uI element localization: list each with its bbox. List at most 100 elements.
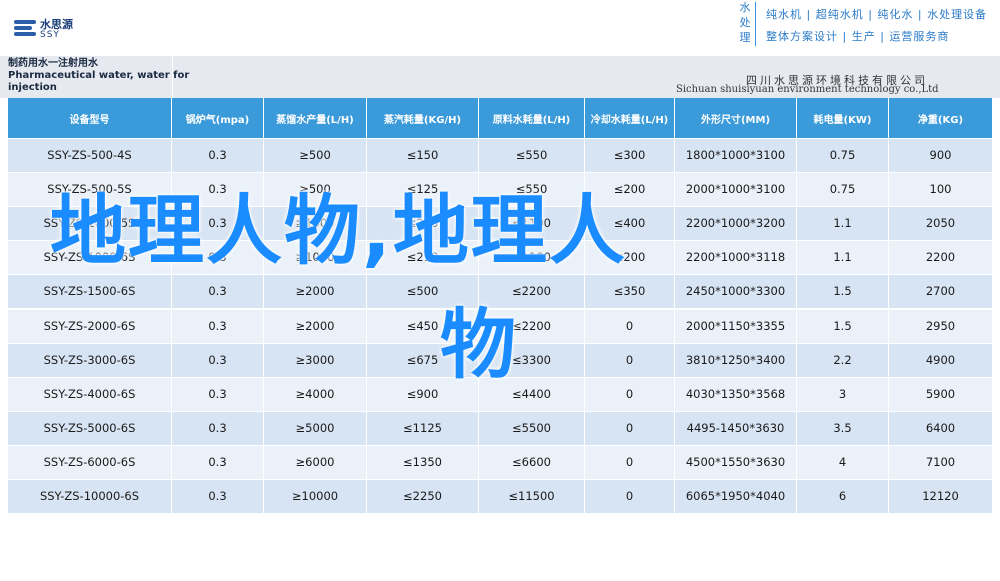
table-cell: ≥2000	[264, 274, 367, 309]
table-cell: 0.3	[172, 308, 264, 343]
table-cell: 2000*1000*3100	[675, 172, 797, 207]
table-cell: ≤350	[585, 274, 675, 309]
table-row: SSY-ZS-6000-6S 0.3 ≥6000 ≤1350 ≤6600 0 4500*15…	[8, 444, 992, 479]
table-cell: 3810*1250*3400	[675, 342, 797, 377]
table-cell: 1.5	[797, 274, 889, 309]
row-divider	[8, 308, 992, 310]
table-cell: 0.3	[172, 444, 264, 479]
table-cell: 1.5	[797, 308, 889, 343]
table-cell: ≤675	[367, 342, 479, 377]
row-divider	[8, 172, 992, 174]
model-cell: SSY-ZS-1000-5S	[8, 206, 172, 241]
table-cell: ≤2250	[367, 479, 479, 514]
table-cell: 4	[797, 444, 889, 479]
product-title-en-2: injection	[8, 82, 57, 93]
table-cell: ≤550	[479, 172, 585, 207]
page-header: 水思源 SSY 水 处 理 纯水机 | 超纯水机 | 纯化水 | 水处理设备 整…	[0, 0, 1000, 56]
table-cell: ≤500	[367, 274, 479, 309]
model-cell: SSY-ZS-1500-6S	[8, 274, 172, 309]
table-cell: ≤3300	[479, 342, 585, 377]
table-row: SSY-ZS-4000-6S 0.3 ≥4000 ≤900 ≤4400 0 4030*135…	[8, 376, 992, 411]
table-row: SSY-ZS-2000-6S 0.3 ≥2000 ≤450 ≤2200 0 2000*115…	[8, 308, 992, 343]
slogan-line-2: 整体方案设计 | 生产 | 运营服务商	[766, 30, 950, 43]
table-cell: ≥500	[264, 172, 367, 207]
table-cell: 2450*1000*3300	[675, 274, 797, 309]
table-cell: 0.3	[172, 172, 264, 207]
table-cell: 0.3	[172, 240, 264, 275]
table-row: SSY-ZS-1500-6S 0.3 ≥2000 ≤500 ≤2200 ≤350 2450*…	[8, 274, 992, 309]
table-header-cell: 蒸汽耗量(KG/H)	[367, 98, 479, 138]
table-cell: 6065*1950*4040	[675, 479, 797, 514]
model-cell: SSY-ZS-6000-6S	[8, 444, 172, 479]
table-cell: 0	[585, 308, 675, 343]
table-cell: 0	[585, 342, 675, 377]
table-cell: 2050	[925, 216, 956, 231]
table-cell: ≤125	[367, 172, 479, 207]
table-cell: 2950	[925, 318, 956, 333]
table-cell: ≥5000	[264, 410, 367, 445]
table-cell: 4500*1550*3630	[675, 444, 797, 479]
table-cell: 2200*1000*3118	[675, 240, 797, 275]
table-cell: 0	[585, 410, 675, 445]
table-cell: ≤11500	[479, 479, 585, 514]
table-row: SSY-ZS-5000-6S 0.3 ≥5000 ≤1125 ≤5500 0 4495-14…	[8, 410, 992, 445]
table-cell: ≥1000	[264, 206, 367, 241]
table-header-cell: 蒸馏水产量(L/H)	[264, 98, 367, 138]
table-row: SSY-ZS-500-4S 0.3 ≥500 ≤150 ≤550 ≤300 1800*100…	[8, 138, 992, 173]
model-cell: SSY-ZS-1000-6S	[8, 240, 172, 275]
table-cell: 3	[797, 376, 889, 411]
table-header-cell: 外形尺寸(MM)	[675, 98, 797, 138]
table-cell: ≤210	[367, 240, 479, 275]
table-header-cell: 净重(KG)	[917, 114, 964, 126]
table-header-cell: 设备型号	[8, 98, 172, 138]
row-divider	[8, 274, 992, 276]
table-cell: ≤400	[585, 206, 675, 241]
row-divider	[8, 376, 992, 378]
model-cell: SSY-ZS-500-4S	[8, 138, 172, 173]
table-cell: ≤1125	[367, 410, 479, 445]
row-divider	[8, 410, 992, 412]
table-cell: 2.2	[797, 342, 889, 377]
table-cell: ≤1350	[367, 444, 479, 479]
table-row: SSY-ZS-1000-6S 0.3 ≥1000 ≤210 ≤1100 ≤200 2200*…	[8, 240, 992, 275]
table-cell: ≥2000	[264, 308, 367, 343]
table-cell: 2200	[925, 250, 956, 265]
table-cell: ≤250	[367, 206, 479, 241]
table-cell: ≤300	[585, 138, 675, 173]
row-divider	[8, 206, 992, 208]
table-cell: ≤900	[367, 376, 479, 411]
table-cell: ≤1100	[479, 206, 585, 241]
model-cell: SSY-ZS-3000-6S	[8, 342, 172, 377]
table-cell: 0.3	[172, 274, 264, 309]
product-title: 制药用水一注射用水 Pharmaceutical water, water fo…	[8, 58, 189, 98]
row-divider	[8, 240, 992, 242]
table-cell: 7100	[925, 454, 956, 469]
table-cell: ≥4000	[264, 376, 367, 411]
company-logo[interactable]: 水思源 SSY	[14, 14, 94, 44]
model-cell: SSY-ZS-5000-6S	[8, 410, 172, 445]
row-divider	[8, 444, 992, 446]
table-cell: ≥6000	[264, 444, 367, 479]
table-cell: 0.3	[172, 376, 264, 411]
row-divider	[8, 138, 992, 139]
table-cell: ≤550	[479, 138, 585, 173]
slogan-vertical-char: 处	[739, 16, 751, 29]
table-cell: 2000*1150*3355	[675, 308, 797, 343]
table-cell: ≥500	[264, 138, 367, 173]
table-cell: 4900	[925, 352, 956, 367]
table-cell: 6400	[925, 420, 956, 435]
table-cell: ≥1000	[264, 240, 367, 275]
table-cell: ≤4400	[479, 376, 585, 411]
table-row: SSY-ZS-3000-6S 0.3 ≥3000 ≤675 ≤3300 0 3810*125…	[8, 342, 992, 377]
row-divider	[8, 479, 992, 480]
table-cell: 0.3	[172, 138, 264, 173]
table-cell: ≤450	[367, 308, 479, 343]
model-cell: SSY-ZS-500-5S	[8, 172, 172, 207]
table-cell: 12120	[922, 489, 959, 504]
table-cell: 0	[585, 444, 675, 479]
table-cell: 3.5	[797, 410, 889, 445]
table-header-cell: 原料水耗量(L/H)	[479, 98, 585, 138]
table-cell: 5900	[925, 386, 956, 401]
table-cell: ≥3000	[264, 342, 367, 377]
table-cell: 0.3	[172, 410, 264, 445]
